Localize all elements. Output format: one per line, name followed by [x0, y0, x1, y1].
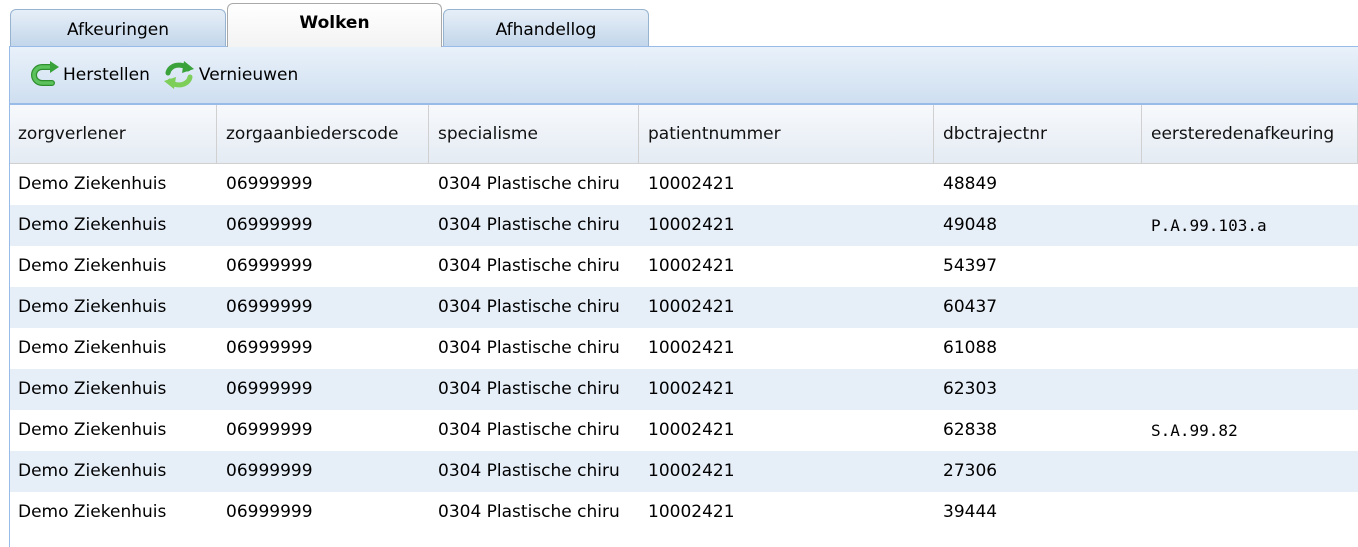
toolbar: Herstellen Vernieuwen — [9, 46, 1358, 104]
cell-zorgverlener: Demo Ziekenhuis — [18, 379, 167, 399]
cell-zorgaanbiederscode: 06999999 — [226, 297, 313, 317]
cell-zorgverlener: Demo Ziekenhuis — [18, 215, 167, 235]
cell-specialisme: 0304 Plastische chiru — [438, 420, 620, 440]
cell-specialisme: 0304 Plastische chiru — [438, 502, 620, 522]
cell-eersteredenafkeuring — [1142, 328, 1358, 369]
tab-wolken[interactable]: Wolken — [227, 3, 442, 47]
cell-patientnummer: 10002421 — [648, 174, 735, 194]
cell-eersteredenafkeuring — [1142, 369, 1358, 410]
table-row[interactable]: Demo Ziekenhuis 06999999 0304 Plastische… — [9, 287, 1358, 328]
cell-patientnummer: 10002421 — [648, 215, 735, 235]
cell-dbctrajectnr: 62303 — [943, 379, 998, 399]
refresh-button[interactable]: Vernieuwen — [158, 55, 302, 95]
cell-patientnummer: 10002421 — [648, 461, 735, 481]
table-row[interactable]: Demo Ziekenhuis 06999999 0304 Plastische… — [9, 205, 1358, 246]
cell-specialisme: 0304 Plastische chiru — [438, 379, 620, 399]
cell-patientnummer: 10002421 — [648, 379, 735, 399]
cell-dbctrajectnr: 48849 — [943, 174, 998, 194]
grid-left-border — [9, 104, 10, 547]
cell-zorgverlener: Demo Ziekenhuis — [18, 297, 167, 317]
cell-patientnummer: 10002421 — [648, 256, 735, 276]
table-row[interactable]: Demo Ziekenhuis 06999999 0304 Plastische… — [9, 451, 1358, 492]
cell-dbctrajectnr: 27306 — [943, 461, 998, 481]
cell-zorgverlener: Demo Ziekenhuis — [18, 256, 167, 276]
cell-zorgaanbiederscode: 06999999 — [226, 502, 313, 522]
cell-zorgaanbiederscode: 06999999 — [226, 215, 313, 235]
cell-specialisme: 0304 Plastische chiru — [438, 461, 620, 481]
cell-zorgverlener: Demo Ziekenhuis — [18, 420, 167, 440]
cell-dbctrajectnr: 60437 — [943, 297, 998, 317]
cell-zorgaanbiederscode: 06999999 — [226, 256, 313, 276]
column-header-specialisme[interactable]: specialisme — [429, 105, 639, 163]
cell-zorgaanbiederscode: 06999999 — [226, 338, 313, 358]
cell-dbctrajectnr: 39444 — [943, 502, 998, 522]
cell-eersteredenafkeuring: S.A.99.82 — [1151, 421, 1238, 440]
cell-specialisme: 0304 Plastische chiru — [438, 338, 620, 358]
tab-afhandellog[interactable]: Afhandellog — [443, 9, 649, 46]
cell-zorgverlener: Demo Ziekenhuis — [18, 502, 167, 522]
table-row[interactable]: Demo Ziekenhuis 06999999 0304 Plastische… — [9, 328, 1358, 369]
column-header-zorgaanbiederscode[interactable]: zorgaanbiederscode — [217, 105, 429, 163]
cell-zorgverlener: Demo Ziekenhuis — [18, 461, 167, 481]
refresh-icon — [162, 59, 196, 91]
cell-zorgaanbiederscode: 06999999 — [226, 174, 313, 194]
app-window: Afkeuringen Wolken Afhandellog Herstelle… — [0, 0, 1358, 547]
cell-specialisme: 0304 Plastische chiru — [438, 297, 620, 317]
cell-zorgverlener: Demo Ziekenhuis — [18, 174, 167, 194]
table-row[interactable]: Demo Ziekenhuis 06999999 0304 Plastische… — [9, 492, 1358, 533]
cell-eersteredenafkeuring — [1142, 246, 1358, 287]
column-header-patientnummer[interactable]: patientnummer — [639, 105, 934, 163]
column-header-zorgverlener[interactable]: zorgverlener — [9, 105, 217, 163]
cell-zorgaanbiederscode: 06999999 — [226, 461, 313, 481]
column-header-dbctrajectnr[interactable]: dbctrajectnr — [934, 105, 1142, 163]
cell-eersteredenafkeuring — [1142, 287, 1358, 328]
cell-patientnummer: 10002421 — [648, 297, 735, 317]
cell-specialisme: 0304 Plastische chiru — [438, 256, 620, 276]
table-row[interactable]: Demo Ziekenhuis 06999999 0304 Plastische… — [9, 246, 1358, 287]
cell-specialisme: 0304 Plastische chiru — [438, 215, 620, 235]
column-header-eersteredenafkeuring[interactable]: eersteredenafkeuring — [1142, 105, 1358, 163]
table-row[interactable]: Demo Ziekenhuis 06999999 0304 Plastische… — [9, 369, 1358, 410]
cell-eersteredenafkeuring — [1142, 164, 1358, 205]
cell-zorgaanbiederscode: 06999999 — [226, 379, 313, 399]
cell-dbctrajectnr: 62838 — [943, 420, 998, 440]
cell-patientnummer: 10002421 — [648, 420, 735, 440]
cell-zorgaanbiederscode: 06999999 — [226, 420, 313, 440]
restore-button[interactable]: Herstellen — [26, 55, 154, 95]
grid-body: Demo Ziekenhuis 06999999 0304 Plastische… — [9, 164, 1358, 547]
cell-dbctrajectnr: 54397 — [943, 256, 998, 276]
tab-bar: Afkeuringen Wolken Afhandellog — [0, 0, 1358, 47]
cell-zorgverlener: Demo Ziekenhuis — [18, 338, 167, 358]
cell-patientnummer: 10002421 — [648, 338, 735, 358]
cell-patientnummer: 10002421 — [648, 502, 735, 522]
tab-afkeuringen[interactable]: Afkeuringen — [10, 9, 226, 46]
undo-arrow-icon — [30, 61, 60, 89]
table-row[interactable]: Demo Ziekenhuis 06999999 0304 Plastische… — [9, 410, 1358, 451]
grid-header: zorgverlener zorgaanbiederscode speciali… — [9, 104, 1358, 164]
table-row[interactable]: Demo Ziekenhuis 06999999 0304 Plastische… — [9, 164, 1358, 205]
cell-dbctrajectnr: 61088 — [943, 338, 998, 358]
cell-specialisme: 0304 Plastische chiru — [438, 174, 620, 194]
cell-eersteredenafkeuring — [1142, 451, 1358, 492]
cell-eersteredenafkeuring: P.A.99.103.a — [1151, 216, 1267, 235]
cell-eersteredenafkeuring — [1142, 492, 1358, 533]
restore-label: Herstellen — [63, 65, 150, 85]
refresh-label: Vernieuwen — [198, 65, 299, 85]
cell-dbctrajectnr: 49048 — [943, 215, 998, 235]
